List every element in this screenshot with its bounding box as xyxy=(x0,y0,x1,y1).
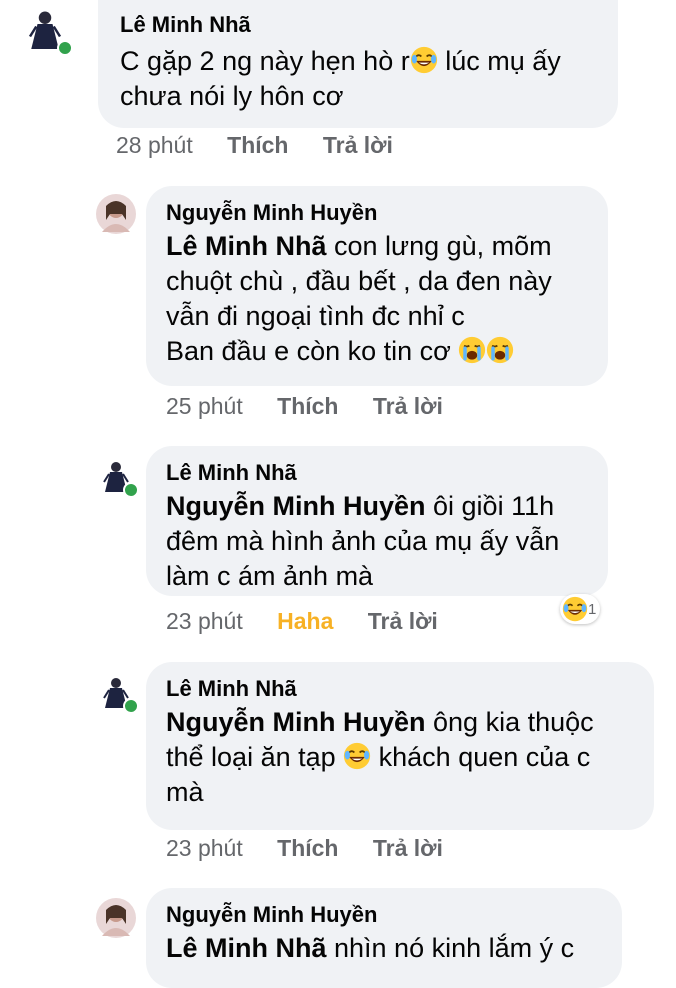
mention-link[interactable]: Lê Minh Nhã xyxy=(166,231,327,261)
comment-time: 28 phút xyxy=(116,132,193,158)
like-button[interactable]: Thích xyxy=(227,132,288,159)
mention-link[interactable]: Nguyễn Minh Huyền xyxy=(166,491,426,521)
comment-text: Lê Minh Nhã nhìn nó kinh lắm ý c xyxy=(166,933,575,963)
comment-actions: 23 phút Haha Trả lời xyxy=(166,608,438,635)
user-avatar-icon xyxy=(96,898,136,938)
comment-author[interactable]: Nguyễn Minh Huyền xyxy=(166,200,377,226)
online-status-icon xyxy=(123,482,139,498)
loudly-crying-face-icon xyxy=(458,336,486,364)
user-avatar-icon xyxy=(96,194,136,234)
comment-time: 23 phút xyxy=(166,608,243,634)
like-button[interactable]: Thích xyxy=(277,835,338,862)
reply-button[interactable]: Trả lời xyxy=(373,835,443,862)
reaction-badge[interactable]: 1 xyxy=(560,594,601,624)
mention-link[interactable]: Nguyễn Minh Huyền xyxy=(166,707,426,737)
comment-actions: 25 phút Thích Trả lời xyxy=(166,393,443,420)
mention-link[interactable]: Lê Minh Nhã xyxy=(166,933,327,963)
comment-actions: 28 phút Thích Trả lời xyxy=(116,132,393,159)
comment-author[interactable]: Nguyễn Minh Huyền xyxy=(166,902,377,928)
reply-button[interactable]: Trả lời xyxy=(323,132,393,159)
loudly-crying-face-icon xyxy=(486,336,514,364)
comment-text: Nguyễn Minh Huyền ông kia thuộc thể loại… xyxy=(166,707,594,807)
like-button[interactable]: Thích xyxy=(277,393,338,420)
reply-button[interactable]: Trả lời xyxy=(373,393,443,420)
haha-reaction-button[interactable]: Haha xyxy=(277,608,333,635)
avatar[interactable] xyxy=(96,194,136,234)
online-status-icon xyxy=(57,40,73,56)
reply-button[interactable]: Trả lời xyxy=(368,608,438,635)
avatar[interactable] xyxy=(96,456,139,498)
reaction-count: 1 xyxy=(588,600,597,618)
comment-text: C gặp 2 ng này hẹn hò r lúc mụ ấy chưa n… xyxy=(120,46,561,111)
avatar[interactable] xyxy=(96,898,136,938)
face-with-tears-of-joy-icon xyxy=(343,742,371,770)
comment-text: Lê Minh Nhã con lưng gù, mõm chuột chù ,… xyxy=(166,231,552,366)
online-status-icon xyxy=(123,698,139,714)
avatar[interactable] xyxy=(20,4,73,56)
avatar[interactable] xyxy=(96,672,139,714)
comment-author[interactable]: Lê Minh Nhã xyxy=(166,460,297,486)
comment-time: 25 phút xyxy=(166,393,243,419)
comment-text: Nguyễn Minh Huyền ôi giồi 11h đêm mà hìn… xyxy=(166,491,560,591)
face-with-tears-of-joy-icon xyxy=(410,46,438,74)
haha-reaction-icon xyxy=(562,596,588,622)
comment-time: 23 phút xyxy=(166,835,243,861)
comment-actions: 23 phút Thích Trả lời xyxy=(166,835,443,862)
comment-author[interactable]: Lê Minh Nhã xyxy=(120,12,251,38)
comment-author[interactable]: Lê Minh Nhã xyxy=(166,676,297,702)
